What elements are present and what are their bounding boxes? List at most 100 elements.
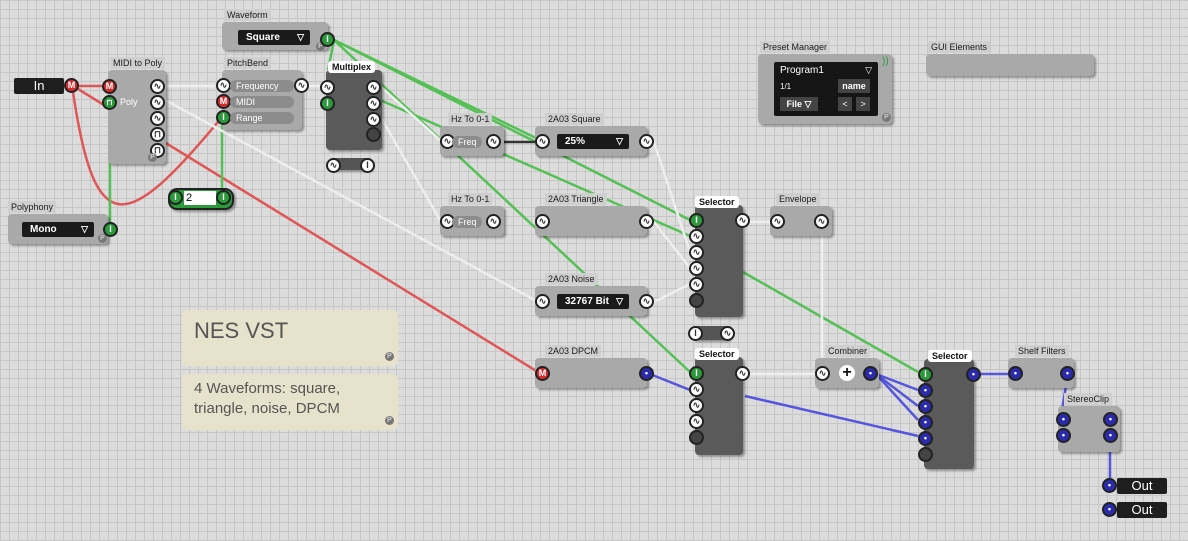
audio-port-icon[interactable]: ∿ — [720, 326, 735, 341]
selector-module[interactable]: Selector I ∿ ∿ ∿ ∿ — [689, 348, 750, 455]
polyphony-module[interactable]: Mono ▽ P — [8, 214, 108, 244]
wire[interactable] — [378, 115, 442, 221]
program-name[interactable]: Program1 — [780, 65, 824, 76]
hz-to-01-module[interactable]: ∿ Freq ∿ — [440, 126, 504, 156]
gui-elements-module[interactable] — [926, 54, 1094, 76]
selector-module[interactable]: Selector I • • • • • — [918, 350, 981, 469]
program-dropdown-icon[interactable]: ▽ — [865, 65, 872, 76]
audio-port-icon[interactable]: ∿ — [639, 294, 654, 309]
envelope-module[interactable]: ∿ ∿ — [770, 206, 832, 236]
triangle-module[interactable]: ∿ ∿ — [535, 206, 654, 236]
stereo-port-icon[interactable]: • — [918, 383, 933, 398]
stereo-port-icon[interactable]: • — [966, 367, 981, 382]
audio-output-right[interactable]: Out — [1117, 502, 1167, 518]
wire[interactable] — [875, 373, 919, 421]
audio-port-icon[interactable]: ∿ — [366, 112, 381, 127]
stereo-port-icon[interactable]: • — [1103, 412, 1118, 427]
dpcm-module[interactable]: M • — [535, 358, 654, 388]
audio-port-icon[interactable]: ∿ — [294, 78, 309, 93]
stereo-port-icon[interactable]: • — [639, 366, 654, 381]
audio-port-icon[interactable]: ∿ — [689, 382, 704, 397]
waveform-dropdown[interactable]: Square ▽ — [238, 30, 310, 45]
audio-port-icon[interactable]: ∿ — [535, 214, 550, 229]
audio-port-icon[interactable]: ∿ — [770, 214, 785, 229]
stereo-port-icon[interactable]: • — [1056, 412, 1071, 427]
audio-port-icon[interactable]: ∿ — [735, 366, 750, 381]
file-button[interactable]: File ▽ — [780, 97, 818, 111]
int-port-icon[interactable]: I — [918, 367, 933, 382]
wire[interactable] — [742, 270, 919, 374]
audio-port-icon[interactable]: ∿ — [216, 78, 231, 93]
audio-port-icon[interactable]: ∿ — [689, 277, 704, 292]
pitchbend-module[interactable]: ∿ Frequency M MIDI I Range — [216, 70, 302, 130]
audio-port-icon[interactable]: ∿ — [366, 96, 381, 111]
midi-port-icon[interactable]: M — [216, 94, 231, 109]
prev-button[interactable]: < — [838, 97, 852, 111]
midi-port-icon[interactable]: M — [535, 366, 550, 381]
audio-port-icon[interactable]: ∿ — [689, 229, 704, 244]
wire[interactable] — [875, 373, 919, 407]
noise-mode-dropdown[interactable]: 32767 Bit ▽ — [557, 294, 629, 309]
audio-port-icon[interactable]: ∿ — [486, 214, 501, 229]
poly-port-icon[interactable]: ⊓ — [102, 95, 117, 110]
audio-input[interactable]: In — [14, 78, 64, 94]
audio-port-icon[interactable]: ∿ — [735, 213, 750, 228]
int-port-icon[interactable]: I — [689, 366, 704, 381]
stereo-port-icon[interactable]: • — [1060, 366, 1075, 381]
stereo-port-icon[interactable]: • — [918, 415, 933, 430]
wire[interactable] — [652, 141, 692, 253]
stereo-port-icon[interactable]: • — [1056, 428, 1071, 443]
empty-port-icon[interactable] — [689, 430, 704, 445]
audio-port-icon[interactable]: ∿ — [486, 134, 501, 149]
next-button[interactable]: > — [856, 97, 870, 111]
duty-dropdown[interactable]: 25% ▽ — [557, 134, 629, 149]
wire[interactable] — [649, 372, 691, 392]
stereoclip-module[interactable]: • • • • — [1056, 406, 1120, 452]
audio-port-icon[interactable]: ∿ — [689, 414, 704, 429]
audio-port-icon[interactable]: ∿ — [689, 398, 704, 413]
midi-to-poly-module[interactable]: M ⊓ Poly ∿ ∿ ∿ ⊓ ⊓ P — [102, 70, 166, 164]
polyphony-dropdown[interactable]: Mono ▽ — [22, 222, 94, 237]
stereo-port-icon[interactable]: • — [1102, 502, 1117, 517]
note-box[interactable]: NES VST P — [182, 310, 398, 366]
int-port-icon[interactable]: I — [360, 158, 375, 173]
midi-port-icon[interactable]: M — [64, 78, 79, 93]
stereo-port-icon[interactable]: • — [918, 431, 933, 446]
empty-port-icon[interactable] — [918, 447, 933, 462]
poly-port-icon[interactable]: ⊓ — [150, 127, 165, 142]
name-button[interactable]: name — [838, 79, 870, 93]
audio-port-icon[interactable]: ∿ — [326, 158, 341, 173]
audio-port-icon[interactable]: ∿ — [814, 214, 829, 229]
note-box[interactable]: 4 Waveforms: square, triangle, noise, DP… — [182, 374, 398, 430]
stereo-port-icon[interactable]: • — [918, 399, 933, 414]
wire[interactable] — [379, 85, 441, 141]
hz-to-01-module[interactable]: ∿ Freq ∿ — [440, 206, 504, 236]
audio-port-icon[interactable]: ∿ — [639, 214, 654, 229]
wire[interactable] — [744, 394, 919, 438]
int-port-icon[interactable]: I — [320, 96, 335, 111]
int-port-icon[interactable]: I — [689, 213, 704, 228]
midi-port-icon[interactable]: M — [102, 79, 117, 94]
selector-module[interactable]: Selector I ∿ ∿ ∿ ∿ ∿ — [689, 196, 750, 317]
audio-port-icon[interactable]: ∿ — [150, 95, 165, 110]
shelf-filters-module[interactable]: • • — [1008, 358, 1075, 388]
stereo-port-icon[interactable]: • — [1103, 428, 1118, 443]
empty-port-icon[interactable] — [689, 293, 704, 308]
waveform-module[interactable]: Square ▽ P — [222, 22, 328, 51]
preset-manager-module[interactable]: Program1 ▽ 1/1 name File ▽ < > )) P — [758, 54, 892, 124]
audio-port-icon[interactable]: ∿ — [689, 261, 704, 276]
stereo-port-icon[interactable]: • — [1008, 366, 1023, 381]
audio-port-icon[interactable]: ∿ — [366, 80, 381, 95]
stereo-port-icon[interactable]: • — [1102, 478, 1117, 493]
stereo-port-icon[interactable]: • — [863, 366, 878, 381]
square-module[interactable]: ∿ 25% ▽ ∿ — [535, 126, 654, 156]
audio-port-icon[interactable]: ∿ — [535, 294, 550, 309]
empty-port-icon[interactable] — [366, 127, 381, 142]
number-field[interactable]: 2 — [184, 191, 216, 205]
audio-port-icon[interactable]: ∿ — [150, 79, 165, 94]
audio-output-left[interactable]: Out — [1117, 478, 1167, 494]
int-port-icon[interactable]: I — [168, 190, 183, 205]
audio-port-icon[interactable]: ∿ — [639, 134, 654, 149]
audio-port-icon[interactable]: ∿ — [150, 111, 165, 126]
int-port-icon[interactable]: I — [216, 190, 231, 205]
